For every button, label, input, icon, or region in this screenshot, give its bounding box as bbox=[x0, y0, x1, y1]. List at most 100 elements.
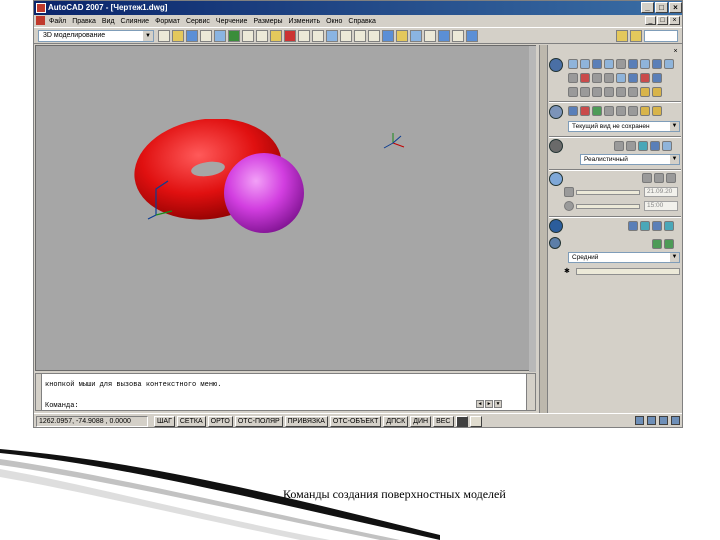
flatshot-icon[interactable] bbox=[616, 87, 626, 97]
ducs-button[interactable]: ДПСК bbox=[383, 415, 409, 427]
fly-icon[interactable] bbox=[592, 106, 602, 116]
render-panel-icon[interactable] bbox=[549, 237, 561, 249]
palette-titlebar[interactable] bbox=[540, 45, 548, 285]
markup-icon[interactable] bbox=[438, 30, 450, 42]
slice-icon[interactable] bbox=[568, 87, 578, 97]
undo-icon[interactable] bbox=[298, 30, 310, 42]
imprint-icon[interactable] bbox=[592, 87, 602, 97]
preview-icon[interactable] bbox=[214, 30, 226, 42]
extrude-icon[interactable] bbox=[568, 73, 578, 83]
sweep-icon[interactable] bbox=[592, 73, 602, 83]
redo-icon[interactable] bbox=[312, 30, 324, 42]
tool-palettes-icon[interactable] bbox=[410, 30, 422, 42]
scroll-right-icon[interactable]: ► bbox=[485, 400, 493, 408]
named-views-icon[interactable] bbox=[652, 106, 662, 116]
material-editor-icon[interactable] bbox=[664, 221, 674, 231]
menu-insert[interactable]: Слияние bbox=[118, 18, 153, 25]
scroll-left-icon[interactable]: ◄ bbox=[476, 400, 484, 408]
orbit-icon[interactable] bbox=[568, 106, 578, 116]
render-region-icon[interactable]: ✱ bbox=[564, 267, 570, 275]
date-field[interactable]: 21.09.20 bbox=[644, 187, 678, 197]
box-icon[interactable] bbox=[568, 59, 578, 69]
menu-format[interactable]: Формат bbox=[152, 18, 183, 25]
drawing-viewport[interactable] bbox=[35, 45, 536, 372]
clean-screen-icon[interactable] bbox=[671, 416, 680, 425]
zoom-window-icon[interactable] bbox=[354, 30, 366, 42]
menu-window[interactable]: Окно bbox=[323, 18, 345, 25]
menu-draw[interactable]: Черчение bbox=[213, 18, 251, 25]
helix-icon[interactable] bbox=[652, 59, 662, 69]
sun-properties-icon[interactable] bbox=[654, 173, 664, 183]
chevron-down-icon[interactable]: ▼ bbox=[143, 31, 153, 41]
layer-select[interactable] bbox=[644, 30, 678, 42]
render-exposure-slider[interactable] bbox=[576, 268, 680, 275]
render-icon[interactable] bbox=[652, 239, 662, 249]
workspace-select[interactable]: 3D моделирование ▼ bbox=[38, 30, 154, 42]
new-icon[interactable] bbox=[158, 30, 170, 42]
properties-icon[interactable] bbox=[382, 30, 394, 42]
menu-edit[interactable]: Правка bbox=[69, 18, 99, 25]
time-field[interactable]: 15:00 bbox=[644, 201, 678, 211]
time-slider[interactable] bbox=[576, 204, 640, 209]
hidden-style-icon[interactable] bbox=[626, 141, 636, 151]
lock-icon[interactable] bbox=[647, 416, 656, 425]
cone-icon[interactable] bbox=[604, 59, 614, 69]
osnap-button[interactable]: ПРИВЯЗКА bbox=[284, 415, 328, 427]
menu-help[interactable]: Справка bbox=[345, 18, 378, 25]
presspull-icon[interactable] bbox=[580, 73, 590, 83]
maximize-button[interactable]: □ bbox=[655, 2, 668, 13]
pan-tool-icon[interactable] bbox=[604, 106, 614, 116]
document-icon[interactable] bbox=[36, 16, 45, 25]
command-prompt[interactable]: Команда: bbox=[45, 402, 79, 410]
3d-navigate-panel-icon[interactable] bbox=[549, 105, 563, 119]
material-map-icon[interactable] bbox=[652, 221, 662, 231]
bulb-icon[interactable] bbox=[616, 30, 628, 42]
command-line-handle[interactable] bbox=[36, 374, 42, 410]
wireframe-style-icon[interactable] bbox=[614, 141, 624, 151]
calculator-icon[interactable] bbox=[452, 30, 464, 42]
zoom-previous-icon[interactable] bbox=[368, 30, 380, 42]
lwt-button[interactable]: ВЕС bbox=[433, 415, 454, 427]
materials-panel-icon[interactable] bbox=[549, 219, 563, 233]
pyramid-icon[interactable] bbox=[640, 59, 650, 69]
realistic-style-icon[interactable] bbox=[650, 141, 660, 151]
dyn-button[interactable]: ДИН bbox=[410, 415, 432, 427]
menu-dimension[interactable]: Размеры bbox=[250, 18, 285, 25]
doc-minimize-button[interactable]: _ bbox=[645, 16, 656, 25]
design-center-icon[interactable] bbox=[396, 30, 408, 42]
ortho-button[interactable]: ОРТО bbox=[207, 415, 233, 427]
style-manager-icon[interactable] bbox=[662, 141, 672, 151]
palette-close-icon[interactable]: × bbox=[671, 47, 680, 56]
zoom-tool-icon[interactable] bbox=[616, 106, 626, 116]
conceptual-style-icon[interactable] bbox=[638, 141, 648, 151]
viewport-scrollbar[interactable] bbox=[529, 46, 536, 372]
annotation-icon[interactable] bbox=[635, 416, 644, 425]
view-select[interactable]: Текущий вид не сохранен ▼ bbox=[568, 121, 680, 132]
revolve-icon[interactable] bbox=[604, 73, 614, 83]
material-attach-icon[interactable] bbox=[640, 221, 650, 231]
cut-icon[interactable] bbox=[242, 30, 254, 42]
visual-styles-panel-icon[interactable] bbox=[549, 139, 563, 153]
save-icon[interactable] bbox=[186, 30, 198, 42]
zoom-realtime-icon[interactable] bbox=[340, 30, 352, 42]
light-list-icon[interactable] bbox=[642, 173, 652, 183]
wedge-icon[interactable] bbox=[616, 59, 626, 69]
polar-button[interactable]: ОТС-ПОЛЯР bbox=[234, 415, 283, 427]
doc-close-button[interactable]: × bbox=[669, 16, 680, 25]
3d-move-icon[interactable] bbox=[652, 87, 662, 97]
chevron-down-icon[interactable]: ▼ bbox=[670, 122, 679, 131]
print-icon[interactable] bbox=[200, 30, 212, 42]
loft-icon[interactable] bbox=[616, 73, 626, 83]
menu-file[interactable]: Файл bbox=[46, 18, 69, 25]
cylinder-icon[interactable] bbox=[592, 59, 602, 69]
material-sphere-icon[interactable] bbox=[628, 221, 638, 231]
doc-maximize-button[interactable]: □ bbox=[657, 16, 668, 25]
paste-icon[interactable] bbox=[270, 30, 282, 42]
lights-panel-icon[interactable] bbox=[549, 172, 563, 186]
command-line[interactable]: кнопкой мыши для вызова контекстного мен… bbox=[35, 373, 536, 411]
3d-make-panel-icon[interactable] bbox=[549, 58, 563, 72]
match-properties-icon[interactable] bbox=[284, 30, 296, 42]
sheet-set-icon[interactable] bbox=[424, 30, 436, 42]
union-icon[interactable] bbox=[628, 73, 638, 83]
render-settings-icon[interactable] bbox=[664, 239, 674, 249]
